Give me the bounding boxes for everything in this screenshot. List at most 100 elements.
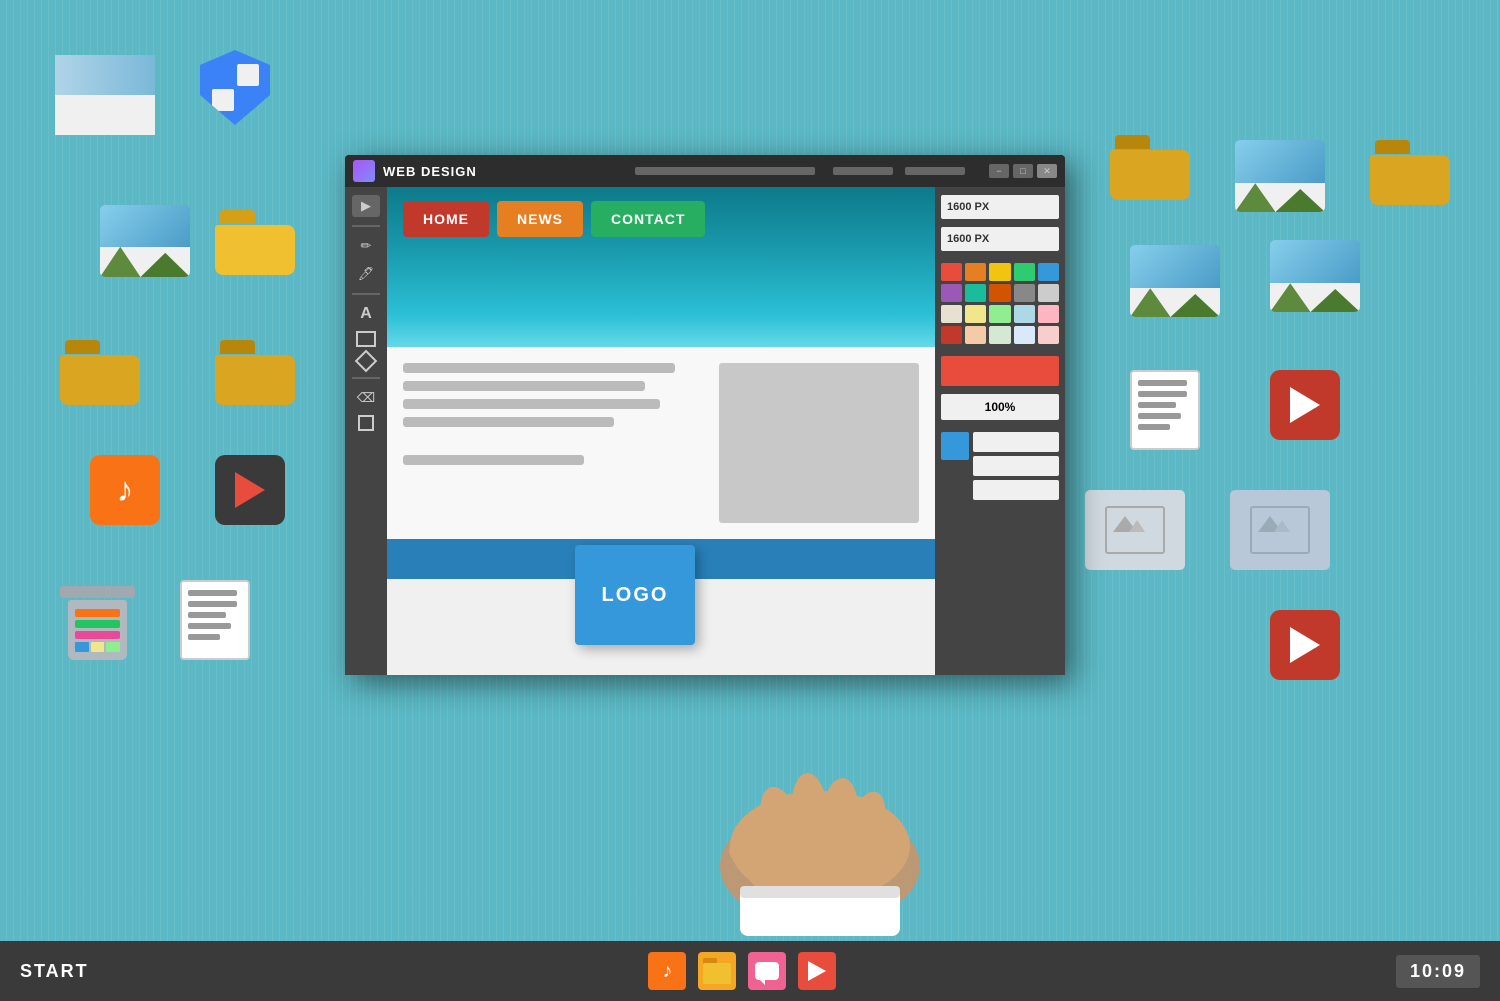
desktop-icon-photo-tr1[interactable] — [1235, 140, 1325, 212]
swatch-3[interactable] — [989, 263, 1010, 281]
tool-diamond[interactable] — [355, 350, 378, 373]
shield-quad-2 — [237, 64, 259, 86]
swatch-7[interactable] — [965, 284, 986, 302]
taskbar-icons: ♪ — [648, 952, 836, 990]
panel-height-field[interactable]: 1600 PX — [941, 227, 1059, 251]
panel-input-3[interactable] — [973, 480, 1059, 500]
maximize-button[interactable]: □ — [1013, 164, 1033, 178]
swatch-15[interactable] — [1038, 305, 1059, 323]
desktop-icon-music[interactable]: ♪ — [90, 455, 160, 525]
taskbar-play-icon[interactable] — [798, 952, 836, 990]
swatch-6[interactable] — [941, 284, 962, 302]
folder-body-1 — [215, 225, 295, 275]
minimize-button[interactable]: − — [989, 164, 1009, 178]
doc-line-2 — [188, 601, 237, 607]
photo-icon-tr2 — [1130, 245, 1220, 317]
doc-icon-left — [180, 580, 250, 660]
tool-rect[interactable] — [356, 331, 376, 347]
swatch-4[interactable] — [1014, 263, 1035, 281]
color-swatches — [941, 263, 1059, 344]
swatch-16[interactable] — [941, 326, 962, 344]
nav-home-button[interactable]: HOME — [403, 201, 489, 237]
tool-eraser[interactable]: ⌫ — [352, 387, 380, 409]
tool-square-small[interactable] — [358, 415, 374, 431]
swatch-8[interactable] — [989, 284, 1010, 302]
youtube-icon-br — [1270, 610, 1340, 680]
trash-strip-3 — [75, 631, 121, 639]
tool-pencil[interactable]: ✏ — [352, 235, 380, 257]
doc-line-r2 — [1138, 391, 1187, 397]
nav-news-button[interactable]: NEWS — [497, 201, 583, 237]
desktop-icon-folder-tr2[interactable] — [1370, 140, 1450, 205]
swatch-18[interactable] — [989, 326, 1010, 344]
start-button[interactable]: START — [20, 961, 89, 982]
canvas-content — [387, 347, 935, 539]
desktop-icon-photo-1[interactable] — [100, 205, 190, 277]
trash-body — [68, 600, 127, 660]
swatch-14[interactable] — [1014, 305, 1035, 323]
desktop-icon-youtube-right[interactable] — [1270, 370, 1340, 440]
doc-line-1 — [188, 590, 237, 596]
tool-text[interactable]: A — [352, 303, 380, 325]
desktop-icon-photo-tr3[interactable] — [1270, 240, 1360, 312]
app-title-icon — [353, 160, 375, 182]
swatch-11[interactable] — [941, 305, 962, 323]
desktop-icon-photo-br1[interactable] — [1085, 490, 1185, 570]
taskbar-chat-icon[interactable] — [748, 952, 786, 990]
tool-select[interactable]: ▶ — [352, 195, 380, 217]
close-button[interactable]: ✕ — [1037, 164, 1057, 178]
desktop-icon-folder-2[interactable] — [60, 340, 140, 405]
youtube-play-left — [235, 472, 265, 508]
swatch-10[interactable] — [1038, 284, 1059, 302]
titlebar-bar-1 — [635, 167, 815, 175]
text-line-2 — [403, 381, 645, 391]
sidebar-divider-3 — [352, 377, 380, 379]
desktop-icon-folder-tr[interactable] — [1110, 135, 1190, 200]
swatch-5[interactable] — [1038, 263, 1059, 281]
swatch-17[interactable] — [965, 326, 986, 344]
youtube-play-br — [1290, 627, 1320, 663]
app-right-panel: 1600 PX 1600 PX — [935, 187, 1065, 675]
canvas-header: HOME NEWS CONTACT — [387, 187, 935, 347]
folder-tab-1 — [220, 210, 255, 224]
photo-placeholder-br1 — [1085, 490, 1185, 570]
taskbar-folder-icon[interactable] — [698, 952, 736, 990]
swatch-9[interactable] — [1014, 284, 1035, 302]
app-title-text: WEB DESIGN — [383, 164, 617, 179]
desktop-icon-monitor[interactable] — [55, 55, 155, 135]
panel-input-1[interactable] — [973, 432, 1059, 452]
desktop-icon-doc-right[interactable] — [1130, 370, 1200, 450]
desktop-icon-photo-tr2[interactable] — [1130, 245, 1220, 317]
logo-card[interactable]: LOGO — [575, 545, 695, 645]
desktop-icon-folder-3[interactable] — [215, 340, 295, 405]
desktop-icon-folder-1[interactable] — [215, 210, 295, 275]
swatch-19[interactable] — [1014, 326, 1035, 344]
panel-input-2[interactable] — [973, 456, 1059, 476]
panel-zoom-field[interactable]: 100% — [941, 394, 1059, 420]
photo-icon-tr1 — [1235, 140, 1325, 212]
doc-line-r3 — [1138, 402, 1176, 408]
doc-line-4 — [188, 623, 231, 629]
desktop-icon-youtube-left[interactable] — [215, 455, 285, 525]
folder-icon-tr — [1110, 135, 1190, 200]
folder-icon-2 — [60, 340, 140, 405]
app-canvas: HOME NEWS CONTACT LOGO — [387, 187, 935, 675]
swatch-13[interactable] — [989, 305, 1010, 323]
swatch-12[interactable] — [965, 305, 986, 323]
taskbar-music-icon[interactable]: ♪ — [648, 952, 686, 990]
desktop-icon-trash[interactable] — [60, 580, 135, 660]
desktop-icon-photo-br2[interactable] — [1230, 490, 1330, 570]
desktop-icon-youtube-br[interactable] — [1270, 610, 1340, 680]
swatch-2[interactable] — [965, 263, 986, 281]
nav-contact-button[interactable]: CONTACT — [591, 201, 705, 237]
content-image — [719, 363, 919, 523]
desktop-icon-doc-left[interactable] — [180, 580, 250, 660]
app-titlebar[interactable]: WEB DESIGN − □ ✕ — [345, 155, 1065, 187]
desktop-icon-shield[interactable] — [200, 50, 270, 125]
swatch-1[interactable] — [941, 263, 962, 281]
tool-brush[interactable]: 🖊 — [352, 263, 380, 285]
swatch-20[interactable] — [1038, 326, 1059, 344]
folder-tab-2 — [65, 340, 100, 354]
panel-blue-box — [941, 432, 969, 460]
panel-width-field[interactable]: 1600 PX — [941, 195, 1059, 219]
